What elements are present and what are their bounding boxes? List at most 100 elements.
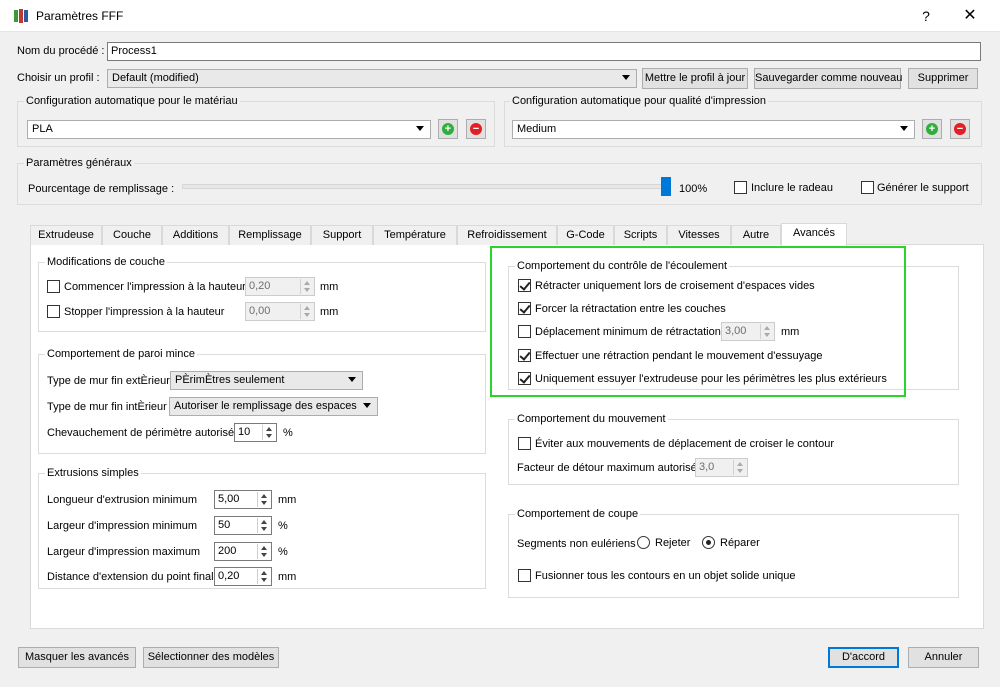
- avoid-crossing-checkbox[interactable]: [518, 437, 531, 450]
- tab-scripts[interactable]: Scripts: [614, 225, 667, 245]
- raft-label: Inclure le radeau: [751, 182, 833, 194]
- add-quality-button[interactable]: +: [922, 119, 942, 139]
- quality-select[interactable]: Medium: [512, 120, 915, 139]
- stepper-arrows-icon[interactable]: [257, 518, 270, 533]
- close-button[interactable]: ✕: [956, 6, 984, 26]
- min-extrusion-label: Longueur d'extrusion minimum: [47, 494, 198, 506]
- infill-label: Pourcentage de remplissage :: [28, 183, 175, 195]
- layer-mods-title: Modifications de couche: [45, 256, 168, 269]
- infill-value: 100%: [679, 183, 708, 195]
- endpoint-extension-label: Distance d'extension du point final: [47, 571, 214, 583]
- tab-extrudeuse[interactable]: Extrudeuse: [30, 225, 102, 245]
- stepper-arrows-icon[interactable]: [300, 304, 313, 319]
- tab-additions[interactable]: Additions: [162, 225, 229, 245]
- merge-contours-checkbox[interactable]: [518, 569, 531, 582]
- stepper-arrows-icon[interactable]: [257, 544, 270, 559]
- reject-label: Rejeter: [655, 537, 691, 549]
- merge-contours-label: Fusionner tous les contours en un objet …: [535, 570, 796, 582]
- ok-button[interactable]: D'accord: [828, 647, 899, 668]
- save-as-new-button[interactable]: Sauvegarder comme nouveau: [754, 68, 902, 89]
- endpoint-extension-value: 0,20: [218, 570, 240, 582]
- plus-icon: +: [442, 123, 454, 135]
- stepper-arrows-icon[interactable]: [257, 569, 270, 584]
- detour-value: 3,0: [699, 461, 715, 473]
- max-width-stepper[interactable]: 200: [214, 542, 272, 561]
- remove-quality-button[interactable]: −: [950, 119, 970, 139]
- chevron-down-icon: [900, 126, 908, 131]
- hide-advanced-button[interactable]: Masquer les avancés: [18, 647, 136, 668]
- stepper-arrows-icon[interactable]: [300, 279, 313, 294]
- stepper-arrows-icon[interactable]: [262, 425, 275, 440]
- outer-wall-label: Type de mur fin extÈrieur: [47, 375, 170, 387]
- reject-radio[interactable]: [637, 536, 650, 549]
- movement-title: Comportement du mouvement: [515, 413, 668, 426]
- min-extrusion-unit: mm: [278, 494, 297, 506]
- start-height-checkbox[interactable]: [47, 280, 60, 293]
- tab-remplissage[interactable]: Remplissage: [229, 225, 311, 245]
- detour-stepper[interactable]: 3,0: [695, 458, 748, 477]
- stepper-arrows-icon[interactable]: [733, 460, 746, 475]
- material-select[interactable]: PLA: [27, 120, 431, 139]
- tab-gcode[interactable]: G-Code: [557, 225, 614, 245]
- process-name-input[interactable]: Process1: [107, 42, 981, 61]
- profile-select-value: Default (modified): [112, 72, 199, 84]
- min-width-label: Largeur d'impression minimum: [47, 520, 198, 532]
- endpoint-extension-unit: mm: [278, 571, 297, 583]
- layer-mods-group: [38, 262, 486, 332]
- remove-material-button[interactable]: −: [466, 119, 486, 139]
- support-checkbox[interactable]: [861, 181, 874, 194]
- min-width-value: 50: [218, 519, 231, 531]
- detour-label: Facteur de détour maximum autorisé: [517, 462, 697, 474]
- stepper-arrows-icon[interactable]: [257, 492, 270, 507]
- tab-couche[interactable]: Couche: [102, 225, 162, 245]
- chevron-down-icon: [416, 126, 424, 131]
- endpoint-extension-stepper[interactable]: 0,20: [214, 567, 272, 586]
- material-select-value: PLA: [32, 123, 53, 135]
- outer-wall-select[interactable]: PÈrimÈtres seulement: [170, 371, 363, 390]
- tab-vitesses[interactable]: Vitesses: [667, 225, 731, 245]
- app-icon: [14, 9, 28, 23]
- delete-profile-button[interactable]: Supprimer: [908, 68, 978, 89]
- tab-avances[interactable]: Avancés: [781, 223, 847, 246]
- select-models-button[interactable]: Sélectionner des modèles: [143, 647, 279, 668]
- chevron-down-icon: [348, 377, 356, 382]
- general-group-title: Paramètres généraux: [24, 157, 134, 170]
- inner-wall-label: Type de mur fin intÈrieur: [47, 401, 167, 413]
- overlap-label: Chevauchement de périmètre autorisé: [47, 427, 235, 439]
- help-button[interactable]: ?: [916, 6, 936, 26]
- non-manifold-label: Segments non eulériens :: [517, 538, 642, 550]
- highlight-box: [490, 246, 906, 397]
- raft-checkbox[interactable]: [734, 181, 747, 194]
- stop-height-label: Stopper l'impression à la hauteur: [64, 306, 225, 318]
- stop-height-unit: mm: [320, 306, 339, 318]
- tab-support[interactable]: Support: [311, 225, 373, 245]
- min-extrusion-stepper[interactable]: 5,00: [214, 490, 272, 509]
- chevron-down-icon: [363, 403, 371, 408]
- stop-height-checkbox[interactable]: [47, 305, 60, 318]
- start-height-stepper[interactable]: 0,20: [245, 277, 315, 296]
- min-width-stepper[interactable]: 50: [214, 516, 272, 535]
- infill-slider-handle[interactable]: [661, 177, 671, 196]
- inner-wall-select[interactable]: Autoriser le remplissage des espaces: [169, 397, 378, 416]
- stop-height-stepper[interactable]: 0,00: [245, 302, 315, 321]
- max-width-value: 200: [218, 545, 237, 557]
- profile-select[interactable]: Default (modified): [107, 69, 637, 88]
- plus-icon: +: [926, 123, 938, 135]
- tab-autre[interactable]: Autre: [731, 225, 781, 245]
- profile-label: Choisir un profil :: [17, 72, 100, 84]
- cancel-button[interactable]: Annuler: [908, 647, 979, 668]
- tab-temperature[interactable]: Température: [373, 225, 457, 245]
- material-group-title: Configuration automatique pour le matéri…: [24, 95, 240, 108]
- process-name-label: Nom du procédé :: [17, 45, 105, 57]
- min-extrusion-value: 5,00: [218, 493, 240, 505]
- infill-slider-track[interactable]: [182, 184, 664, 189]
- extrusions-title: Extrusions simples: [45, 467, 141, 480]
- minus-icon: −: [470, 123, 482, 135]
- repair-radio[interactable]: [702, 536, 715, 549]
- minus-icon: −: [954, 123, 966, 135]
- start-height-label: Commencer l'impression à la hauteur: [64, 281, 246, 293]
- tab-refroidissement[interactable]: Refroidissement: [457, 225, 557, 245]
- overlap-stepper[interactable]: 10: [234, 423, 277, 442]
- update-profile-button[interactable]: Mettre le profil à jour: [642, 68, 748, 89]
- add-material-button[interactable]: +: [438, 119, 458, 139]
